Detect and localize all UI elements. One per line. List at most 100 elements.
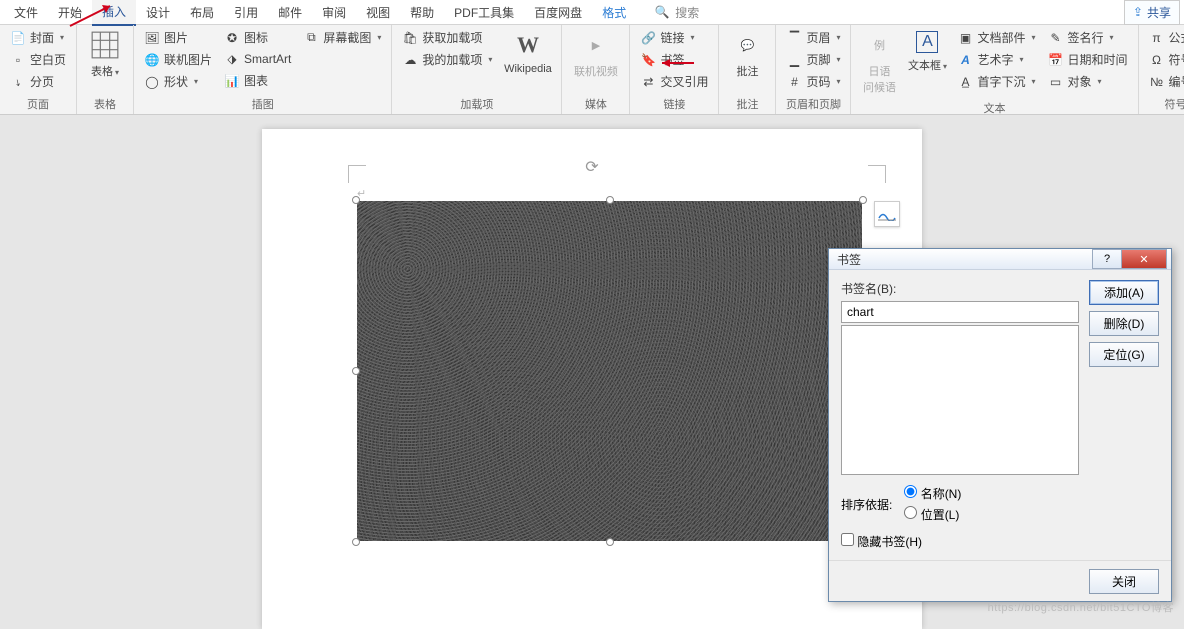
dialog-close-x-button[interactable]: ✕ [1121,249,1167,269]
menu-review[interactable]: 审阅 [312,0,356,25]
dialog-titlebar[interactable]: 书签 ? ✕ [829,249,1171,270]
document-page[interactable]: ⟳ ↵ [262,129,922,629]
cross-reference-button[interactable]: ⇄交叉引用 [636,71,712,92]
close-button[interactable]: 关闭 [1089,569,1159,594]
chart-button[interactable]: 📊图表 [220,70,295,91]
icons-button[interactable]: ✪图标 [220,27,295,48]
dropcap-icon: A̲ [957,74,973,90]
comment-button[interactable]: 💬 批注 [725,27,769,95]
cover-page-button[interactable]: 📄封面 [6,27,70,48]
get-addins-button[interactable]: 🛍获取加载项 [398,27,496,48]
object-button[interactable]: ▭对象 [1044,71,1132,92]
signature-button[interactable]: ✎签名行 [1044,27,1132,48]
group-symbols: π公式 Ω符号 №编号 符号 [1139,25,1184,114]
goto-button[interactable]: 定位(G) [1089,342,1159,367]
watermark: https://blog.csdn.net/bit51CTO博客 [988,599,1174,615]
resize-handle-l[interactable] [352,367,360,375]
jp-greeting-button[interactable]: 例 日语 问候语 [857,27,901,99]
wikipedia-icon: W [514,31,542,59]
share-icon: ⇪ [1133,5,1143,19]
page-break-button[interactable]: ⭏分页 [6,71,70,92]
group-pages: 📄封面 ▫空白页 ⭏分页 页面 [0,25,77,114]
menu-baidu[interactable]: 百度网盘 [524,0,592,25]
number-icon: № [1149,74,1165,90]
group-title-comments: 批注 [725,95,769,113]
menu-mail[interactable]: 邮件 [268,0,312,25]
margin-mark-tl [348,165,366,183]
menu-design[interactable]: 设计 [136,0,180,25]
sort-location-radio[interactable]: 位置(L) [904,506,961,523]
resize-handle-bl[interactable] [352,538,360,546]
header-button[interactable]: ▔页眉 [782,27,844,48]
smartart-icon: ⬗ [224,51,240,67]
menu-layout[interactable]: 布局 [180,0,224,25]
header-icon: ▔ [786,30,802,46]
menu-insert[interactable]: 插入 [92,0,136,26]
link-button[interactable]: 🔗链接 [636,27,712,48]
symbol-button[interactable]: Ω符号 [1145,49,1184,70]
search-placeholder: 搜索 [675,4,699,21]
menu-pdf[interactable]: PDF工具集 [444,0,524,25]
shapes-button[interactable]: ◯形状 [140,71,216,92]
bookmark-name-input[interactable] [841,301,1079,323]
screenshot-button[interactable]: ⧉屏幕截图 [299,27,385,48]
resize-handle-tl[interactable] [352,196,360,204]
search-box[interactable]: 🔍 搜索 [654,4,699,21]
sort-label: 排序依据: [841,496,892,513]
bookmark-button[interactable]: 🔖书签 [636,49,712,70]
blank-page-icon: ▫ [10,52,26,68]
wordart-button[interactable]: A艺术字 [953,49,1039,70]
dropcap-button[interactable]: A̲首字下沉 [953,71,1039,92]
number-button[interactable]: №编号 [1145,71,1184,92]
bookmark-icon: 🔖 [640,52,656,68]
group-title-pages: 页面 [6,95,70,113]
page-number-button[interactable]: #页码 [782,71,844,92]
equation-button[interactable]: π公式 [1145,27,1184,48]
bookmark-list[interactable] [841,325,1079,475]
parts-icon: ▣ [957,30,973,46]
smartart-button[interactable]: ⬗SmartArt [220,49,295,69]
menu-home[interactable]: 开始 [48,0,92,25]
online-picture-button[interactable]: 🌐联机图片 [140,49,216,70]
bookmark-dialog: 书签 ? ✕ 书签名(B): 添加(A) 删除(D) 定位(G) 排序依据: 名… [828,248,1172,602]
wikipedia-button[interactable]: W Wikipedia [500,27,555,95]
table-button[interactable]: 表格 [83,27,127,95]
menu-references[interactable]: 引用 [224,0,268,25]
page-break-icon: ⭏ [10,74,26,90]
blank-page-button[interactable]: ▫空白页 [6,49,70,70]
dialog-body: 书签名(B): 添加(A) 删除(D) 定位(G) 排序依据: 名称(N) 位置… [829,270,1171,560]
menu-help[interactable]: 帮助 [400,0,444,25]
footer-button[interactable]: ▁页脚 [782,49,844,70]
resize-handle-t[interactable] [606,196,614,204]
group-title-addins: 加载项 [398,95,555,113]
search-icon: 🔍 [654,4,670,20]
group-comments: 💬 批注 批注 [719,25,776,114]
menu-file[interactable]: 文件 [4,0,48,25]
add-button[interactable]: 添加(A) [1089,280,1159,305]
picture-icon: 🖼 [144,30,160,46]
layout-options-button[interactable] [874,201,900,227]
menu-bar: 文件 开始 插入 设计 布局 引用 邮件 审阅 视图 帮助 PDF工具集 百度网… [0,0,1184,25]
sort-name-radio[interactable]: 名称(N) [904,485,961,502]
datetime-button[interactable]: 📅日期和时间 [1044,49,1132,70]
wordart-icon: A [957,52,973,68]
resize-handle-tr[interactable] [859,196,867,204]
share-button[interactable]: ⇪ 共享 [1124,0,1180,25]
delete-button[interactable]: 删除(D) [1089,311,1159,336]
datetime-icon: 📅 [1048,52,1064,68]
selected-image[interactable] [357,201,862,541]
doc-parts-button[interactable]: ▣文档部件 [953,27,1039,48]
hidden-bookmarks-checkbox[interactable]: 隐藏书签(H) [841,535,922,549]
online-video-button[interactable]: ▶ 联机视频 [568,27,623,95]
dialog-help-button[interactable]: ? [1092,249,1122,269]
rotate-handle[interactable]: ⟳ [585,157,598,177]
picture-button[interactable]: 🖼图片 [140,27,216,48]
symbol-icon: Ω [1149,52,1165,68]
equation-icon: π [1149,30,1165,46]
menu-view[interactable]: 视图 [356,0,400,25]
my-addins-button[interactable]: ☁我的加载项 [398,49,496,70]
screenshot-icon: ⧉ [303,30,319,46]
resize-handle-b[interactable] [606,538,614,546]
menu-format[interactable]: 格式 [592,0,636,25]
textbox-button[interactable]: A 文本框 [905,27,949,99]
